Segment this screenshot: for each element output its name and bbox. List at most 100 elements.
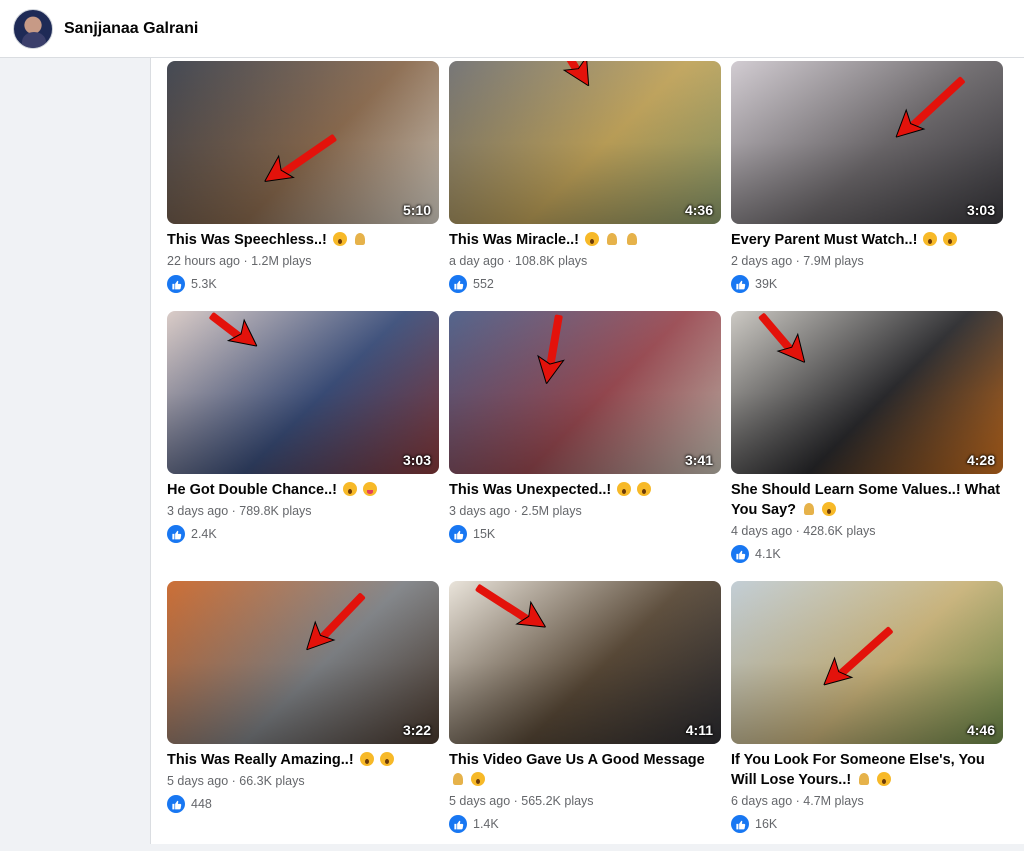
- video-plays: 2.5M plays: [521, 504, 582, 518]
- like-thumb-icon: [731, 275, 749, 293]
- video-card[interactable]: 5:10 This Was Speechless..! 22 hours ago …: [167, 61, 439, 311]
- wow-emoji-icon: [923, 232, 938, 246]
- profile-avatar-icon[interactable]: [13, 8, 53, 49]
- like-thumb-icon: [449, 275, 467, 293]
- like-thumb-icon: [449, 815, 467, 833]
- like-thumb-icon: [167, 795, 185, 813]
- thumbnail-shade: [731, 61, 1003, 224]
- video-thumbnail[interactable]: 3:41: [449, 311, 721, 474]
- video-meta: 3 days ago · 789.8K plays: [167, 502, 439, 520]
- video-age[interactable]: 22 hours ago: [167, 254, 240, 268]
- wow-emoji-icon: [943, 232, 958, 246]
- video-card[interactable]: 3:41 This Was Unexpected..! 3 days ago · …: [449, 311, 721, 581]
- meta-separator: ·: [792, 254, 804, 268]
- video-card[interactable]: 3:03 Every Parent Must Watch..! 2 days ag…: [731, 61, 1003, 311]
- video-meta: 4 days ago · 428.6K plays: [731, 522, 1003, 540]
- video-grid-panel: 5:10 This Was Speechless..! 22 hours ago …: [150, 58, 1024, 844]
- video-thumbnail[interactable]: 3:03: [167, 311, 439, 474]
- like-count-row[interactable]: 448: [167, 795, 439, 813]
- video-card[interactable]: 4:28 She Should Learn Some Values..! What…: [731, 311, 1003, 581]
- video-thumbnail[interactable]: 4:36: [449, 61, 721, 224]
- video-plays: 108.8K plays: [515, 254, 588, 268]
- video-thumbnail[interactable]: 3:03: [731, 61, 1003, 224]
- video-card[interactable]: 3:22 This Was Really Amazing..! 5 days ag…: [167, 581, 439, 851]
- wow-emoji-icon: [877, 772, 892, 786]
- like-count-row[interactable]: 2.4K: [167, 525, 439, 543]
- video-card[interactable]: 4:46 If You Look For Someone Else's, You …: [731, 581, 1003, 851]
- like-count-row[interactable]: 4.1K: [731, 545, 1003, 563]
- video-duration: 3:22: [402, 722, 431, 738]
- thumbnail-shade: [167, 581, 439, 744]
- video-age[interactable]: 3 days ago: [167, 504, 228, 518]
- like-count-row[interactable]: 5.3K: [167, 275, 439, 293]
- meta-separator: ·: [239, 254, 252, 268]
- arrow-head-icon: [537, 354, 565, 385]
- video-meta: a day ago · 108.8K plays: [449, 252, 721, 270]
- video-age[interactable]: a day ago: [449, 254, 504, 268]
- video-title-link[interactable]: Every Parent Must Watch..!: [731, 232, 917, 248]
- pray-emoji-icon: [451, 772, 465, 786]
- video-age[interactable]: 3 days ago: [449, 504, 510, 518]
- wow-emoji-icon: [617, 482, 632, 496]
- top-bar: Sanjjanaa Galrani: [0, 0, 1024, 58]
- video-title-link[interactable]: This Was Speechless..!: [167, 232, 327, 248]
- pray-emoji-icon: [625, 232, 639, 246]
- video-meta: 2 days ago · 7.9M plays: [731, 252, 1003, 270]
- like-count: 4.1K: [755, 547, 781, 561]
- video-thumbnail[interactable]: 5:10: [167, 61, 439, 224]
- video-plays: 4.7M plays: [803, 794, 864, 808]
- video-title-link[interactable]: He Got Double Chance..!: [167, 482, 337, 498]
- like-thumb-icon: [731, 815, 749, 833]
- video-plays: 789.8K plays: [239, 504, 312, 518]
- video-title: He Got Double Chance..!: [167, 480, 439, 500]
- thumbnail-shade: [449, 311, 721, 474]
- video-duration: 4:11: [685, 722, 713, 738]
- video-grid: 5:10 This Was Speechless..! 22 hours ago …: [167, 61, 1003, 851]
- video-duration: 4:36: [684, 202, 713, 218]
- like-count-row[interactable]: 15K: [449, 525, 721, 543]
- pray-emoji-icon: [857, 772, 871, 786]
- like-count: 16K: [755, 817, 778, 831]
- meta-separator: ·: [228, 504, 240, 518]
- like-count: 552: [473, 277, 494, 291]
- video-card[interactable]: 3:03 He Got Double Chance..! 3 days ago ·…: [167, 311, 439, 581]
- video-meta: 5 days ago · 66.3K plays: [167, 772, 439, 790]
- like-count: 15K: [473, 527, 496, 541]
- video-age[interactable]: 5 days ago: [449, 794, 510, 808]
- video-title-link[interactable]: This Was Really Amazing..!: [167, 752, 354, 768]
- video-age[interactable]: 2 days ago: [731, 254, 792, 268]
- thumbnail-shade: [167, 311, 439, 474]
- video-thumbnail[interactable]: 3:22: [167, 581, 439, 744]
- video-title: This Was Unexpected..!: [449, 480, 721, 500]
- video-title-link[interactable]: This Was Miracle..!: [449, 232, 579, 248]
- like-thumb-icon: [167, 275, 185, 293]
- like-count-row[interactable]: 1.4K: [449, 815, 721, 833]
- video-title-link[interactable]: This Video Gave Us A Good Message: [449, 752, 705, 768]
- wow-emoji-icon: [379, 752, 394, 766]
- video-thumbnail[interactable]: 4:28: [731, 311, 1003, 474]
- meta-separator: ·: [792, 794, 804, 808]
- meta-separator: ·: [503, 254, 516, 268]
- left-gutter: [0, 58, 150, 844]
- like-count-row[interactable]: 16K: [731, 815, 1003, 833]
- video-duration: 3:03: [966, 202, 995, 218]
- video-card[interactable]: 4:36 This Was Miracle..! a day ago · 108.…: [449, 61, 721, 311]
- video-age[interactable]: 5 days ago: [167, 774, 228, 788]
- meta-separator: ·: [510, 504, 522, 518]
- video-title-link[interactable]: She Should Learn Some Values..! What You…: [731, 482, 1000, 518]
- video-meta: 22 hours ago · 1.2M plays: [167, 252, 439, 270]
- like-count-row[interactable]: 39K: [731, 275, 1003, 293]
- video-thumbnail[interactable]: 4:46: [731, 581, 1003, 744]
- like-count: 5.3K: [191, 277, 217, 291]
- page-name[interactable]: Sanjjanaa Galrani: [64, 20, 198, 38]
- video-meta: 5 days ago · 565.2K plays: [449, 792, 721, 810]
- video-age[interactable]: 4 days ago: [731, 524, 792, 538]
- video-age[interactable]: 6 days ago: [731, 794, 792, 808]
- like-count: 1.4K: [473, 817, 499, 831]
- like-count-row[interactable]: 552: [449, 275, 721, 293]
- thumbnail-shade: [167, 61, 439, 224]
- video-duration: 4:46: [966, 722, 995, 738]
- video-card[interactable]: 4:11 This Video Gave Us A Good Message 5 …: [449, 581, 721, 851]
- video-thumbnail[interactable]: 4:11: [449, 581, 721, 744]
- video-title-link[interactable]: This Was Unexpected..!: [449, 482, 611, 498]
